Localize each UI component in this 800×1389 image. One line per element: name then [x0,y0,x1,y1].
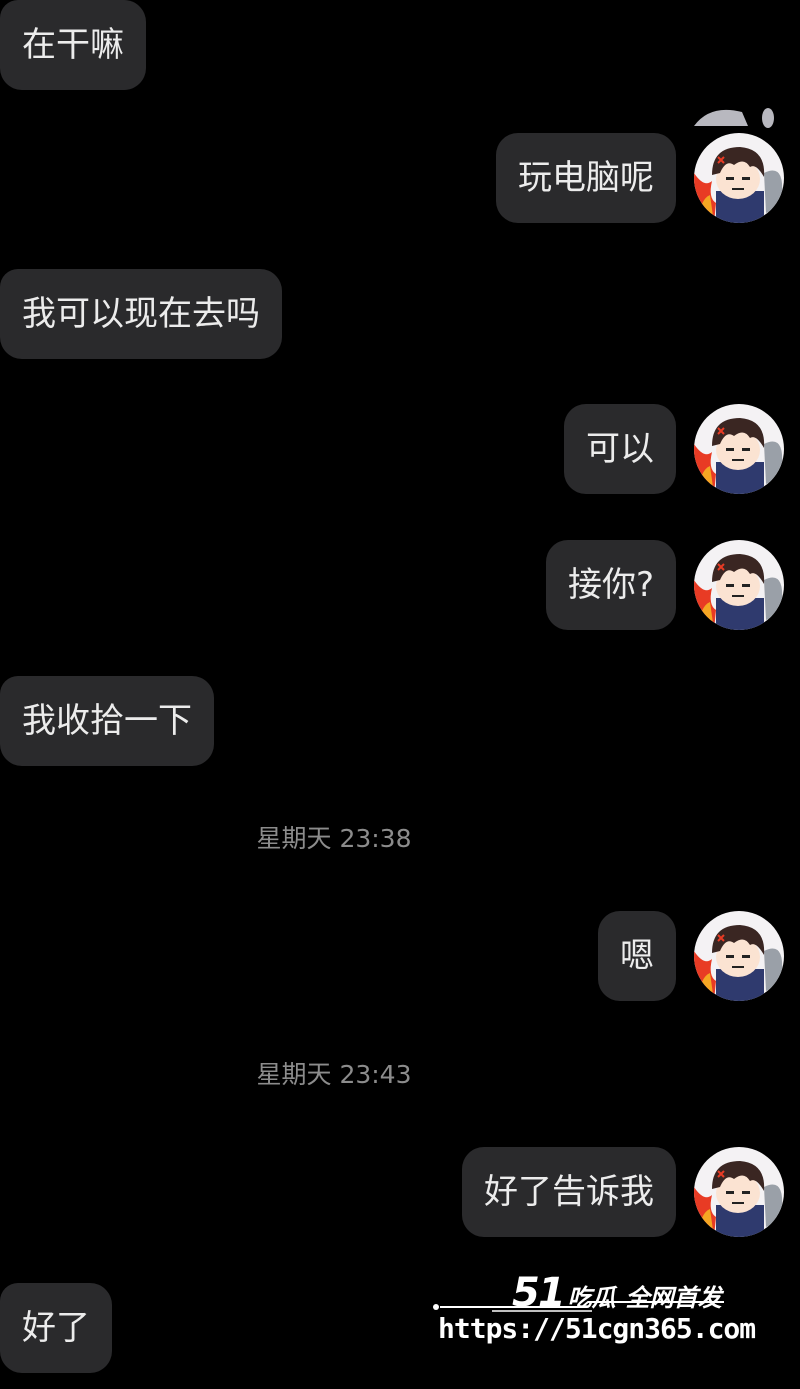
status-fragment-icon [694,108,774,128]
cartoon-avatar-icon[interactable] [694,133,784,223]
cartoon-avatar-icon[interactable] [694,404,784,494]
timestamp: 星期天 23:38 [256,824,412,853]
avatar-drawing [694,1161,783,1237]
message-bubble-left[interactable]: 我收拾一下 [0,676,214,766]
message-bubble-right[interactable]: 可以 [564,404,676,494]
cartoon-avatar-icon[interactable] [694,540,784,630]
timestamp: 星期天 23:43 [256,1060,412,1089]
avatar-drawing [694,418,783,494]
avatar-drawing [694,147,783,223]
avatar-drawing [694,925,783,1001]
message-bubble-right[interactable]: 玩电脑呢 [496,133,676,223]
message-bubble-left[interactable]: 在干嘛 [0,0,146,90]
chat-conversation: 在干嘛 玩电脑呢 我可以现在去吗 可以 接你? 我收拾一下 星期天 23:38 … [0,0,800,1389]
message-bubble-right[interactable]: 嗯 [598,911,676,1001]
message-bubble-right[interactable]: 好了告诉我 [462,1147,676,1237]
message-bubble-left[interactable]: 我可以现在去吗 [0,269,282,359]
cartoon-avatar-icon[interactable] [694,911,784,1001]
cartoon-avatar-icon[interactable] [694,1147,784,1237]
watermark: 51 吃瓜 全网首发 https://51cgn365.com [432,1262,756,1362]
avatar-drawing [694,554,783,630]
watermark-url: https://51cgn365.com [438,1312,756,1345]
message-bubble-right[interactable]: 接你? [545,540,676,630]
message-bubble-left[interactable]: 好了 [0,1283,112,1373]
